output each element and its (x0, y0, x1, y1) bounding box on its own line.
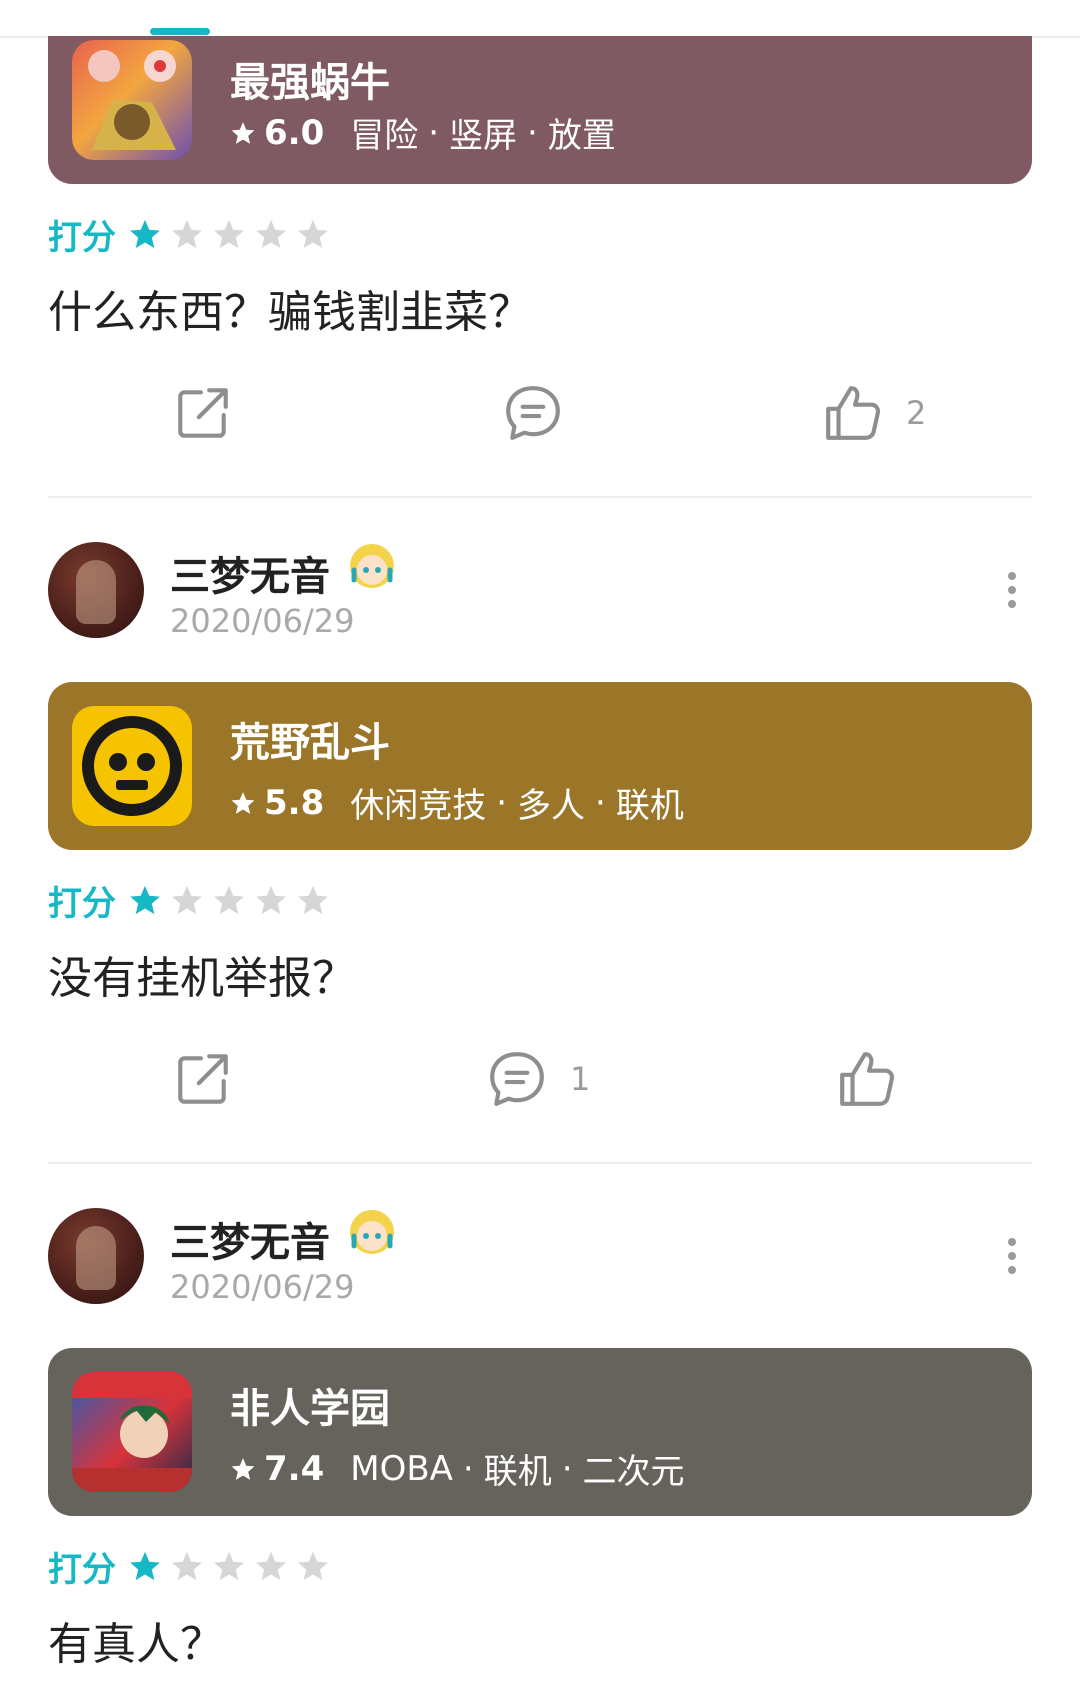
game-icon-feiren-academy (72, 1372, 192, 1492)
action-bar: 2 (0, 378, 1080, 448)
share-button[interactable] (172, 1044, 234, 1114)
review-date: 2020/06/29 (170, 602, 355, 640)
rating-row: 打分 (48, 212, 338, 258)
game-score: 5.8 (264, 782, 325, 823)
rating-label: 打分 (48, 217, 116, 258)
comment-button[interactable] (502, 378, 564, 448)
star-filled-icon (130, 1551, 160, 1581)
rating-label: 打分 (48, 1549, 116, 1590)
game-meta: 7.4 MOBA · 联机 · 二次元 (230, 1444, 685, 1493)
rating-row: 打分 (48, 878, 338, 924)
rating-row: 打分 (48, 1544, 338, 1590)
star-empty-icon (256, 219, 286, 249)
star-icon (231, 1457, 255, 1480)
avatar[interactable] (48, 542, 144, 638)
review-header: 三梦无音 2020/06/29 (48, 1208, 1032, 1318)
review-header: 三梦无音 2020/06/29 (48, 542, 1032, 652)
game-tag: 联机 (483, 1452, 552, 1492)
star-empty-icon (298, 219, 328, 249)
star-empty-icon (298, 1551, 328, 1581)
star-empty-icon (214, 885, 244, 915)
game-tag: 二次元 (582, 1452, 685, 1492)
tab-indicator (150, 28, 210, 35)
game-icon-brawl-stars (72, 706, 192, 826)
game-tag: 联机 (615, 786, 684, 826)
username[interactable]: 三梦无音 (170, 1210, 330, 1268)
review-text: 什么东西？骗钱割韭菜？ (48, 287, 532, 338)
badge-icon (350, 1210, 394, 1254)
tag-separator: · (595, 782, 606, 823)
tag-separator: · (527, 112, 538, 153)
game-card[interactable]: 荒野乱斗 5.8 休闲竞技 · 多人 · 联机 (48, 682, 1032, 850)
star-empty-icon (172, 1551, 202, 1581)
comment-count: 1 (570, 1060, 591, 1098)
badge-icon (350, 544, 394, 588)
game-score: 7.4 (264, 1448, 325, 1489)
tag-separator: · (496, 782, 508, 823)
comment-icon (490, 1052, 544, 1106)
star-filled-icon (130, 219, 160, 249)
game-score: 6.0 (264, 112, 325, 153)
share-icon (178, 1054, 228, 1104)
star-empty-icon (172, 219, 202, 249)
game-name: 荒野乱斗 (230, 720, 390, 766)
game-card[interactable]: 非人学园 7.4 MOBA · 联机 · 二次元 (48, 1348, 1032, 1516)
review-text: 有真人？ (48, 1619, 224, 1670)
divider (48, 496, 1032, 498)
divider (48, 1162, 1032, 1164)
tag-separator: · (462, 1448, 474, 1489)
like-button[interactable] (836, 1044, 898, 1114)
thumbs-up-icon (840, 1052, 895, 1106)
like-button[interactable]: 2 (822, 378, 926, 448)
game-meta: 6.0 冒险 · 竖屏 · 放置 (230, 108, 616, 157)
game-tag: 冒险 (350, 116, 419, 156)
thumbs-up-icon (826, 386, 881, 440)
star-empty-icon (172, 885, 202, 915)
game-tag: 休闲竞技 (350, 786, 487, 826)
game-meta: 5.8 休闲竞技 · 多人 · 联机 (230, 778, 684, 827)
review-text: 没有挂机举报？ (48, 953, 356, 1004)
game-name: 非人学园 (230, 1386, 390, 1432)
game-icon-snail (72, 40, 192, 160)
game-name: 最强蜗牛 (230, 60, 390, 106)
star-icon (231, 791, 255, 814)
star-icon (231, 121, 255, 144)
avatar[interactable] (48, 1208, 144, 1304)
action-bar: 1 (0, 1044, 1080, 1114)
star-empty-icon (214, 1551, 244, 1581)
comment-icon (506, 386, 560, 440)
tag-separator: · (561, 1448, 573, 1489)
star-empty-icon (298, 885, 328, 915)
star-empty-icon (214, 219, 244, 249)
review-date: 2020/06/29 (170, 1268, 355, 1306)
star-empty-icon (256, 1551, 286, 1581)
like-count: 2 (906, 394, 927, 432)
share-icon (178, 388, 228, 438)
star-filled-icon (130, 885, 160, 915)
game-card[interactable]: 最强蜗牛 6.0 冒险 · 竖屏 · 放置 (48, 36, 1032, 184)
share-button[interactable] (172, 378, 234, 448)
more-options-icon[interactable] (992, 570, 1032, 610)
game-tag: 竖屏 (449, 116, 518, 156)
more-options-icon[interactable] (992, 1236, 1032, 1276)
comment-button[interactable]: 1 (486, 1044, 590, 1114)
star-empty-icon (256, 885, 286, 915)
game-tag: MOBA (350, 1448, 453, 1489)
tag-separator: · (428, 112, 440, 153)
username[interactable]: 三梦无音 (170, 544, 330, 602)
game-tag: 多人 (517, 786, 586, 826)
rating-label: 打分 (48, 883, 116, 924)
game-tag: 放置 (547, 116, 616, 156)
